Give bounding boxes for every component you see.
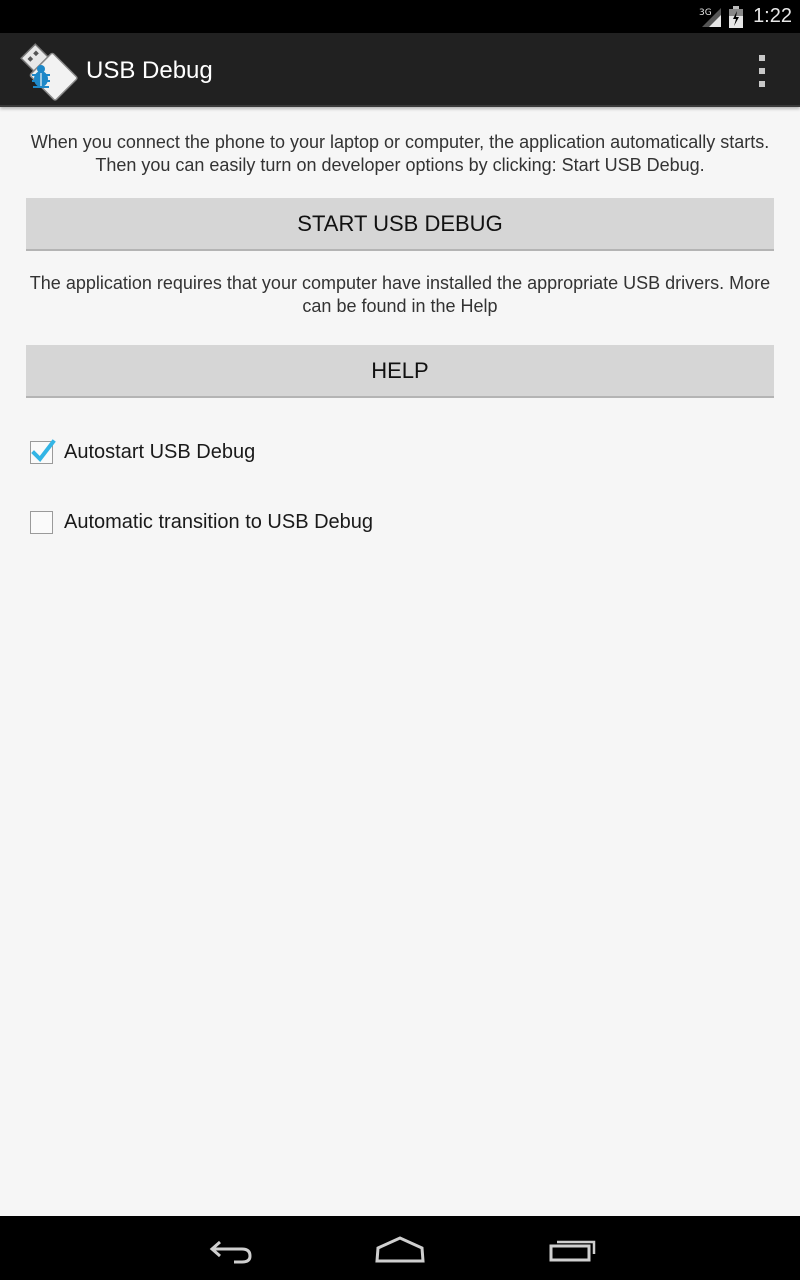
checkmark-icon — [31, 438, 56, 462]
status-time: 1:22 — [753, 5, 792, 27]
auto-transition-checkbox[interactable] — [30, 510, 53, 534]
auto-transition-label: Automatic transition to USB Debug — [64, 510, 374, 533]
app-title: USB Debug — [86, 57, 213, 84]
help-button[interactable]: HELP — [26, 345, 774, 398]
start-usb-debug-button[interactable]: START USB DEBUG — [26, 198, 774, 251]
status-icons: 3G 1:22 — [699, 0, 792, 33]
signal-icon: 3G — [699, 6, 723, 28]
autostart-label: Autostart USB Debug — [64, 440, 256, 463]
home-icon[interactable] — [370, 1228, 430, 1268]
battery-icon — [729, 5, 744, 28]
back-icon[interactable] — [200, 1228, 260, 1268]
overflow-menu-icon[interactable] — [754, 55, 770, 87]
navigation-bar — [0, 1216, 800, 1280]
network-type-label: 3G — [699, 8, 712, 18]
autostart-checkbox-row[interactable]: Autostart USB Debug — [30, 432, 255, 472]
auto-transition-checkbox-row[interactable]: Automatic transition to USB Debug — [30, 502, 373, 542]
drivers-text: The application requires that your compu… — [29, 273, 771, 316]
intro-text: When you connect the phone to your lapto… — [30, 132, 770, 175]
autostart-checkbox[interactable] — [30, 438, 56, 464]
status-bar: 3G 1:22 — [0, 0, 800, 33]
action-bar: USB Debug — [0, 33, 800, 107]
recents-icon[interactable] — [542, 1228, 602, 1268]
usb-bug-icon[interactable] — [18, 41, 78, 101]
main-content: When you connect the phone to your lapto… — [0, 107, 800, 1216]
